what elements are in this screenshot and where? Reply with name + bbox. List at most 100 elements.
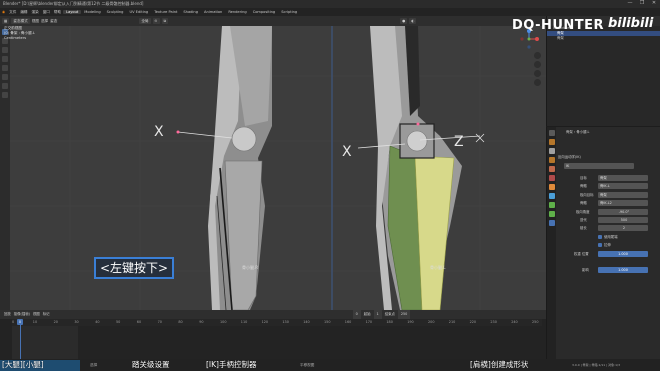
bone-field[interactable]: 骨IK.L: [598, 183, 648, 189]
render-tab-icon[interactable]: [548, 139, 555, 145]
status-pan-hint: 平移视图: [300, 363, 315, 367]
playhead-handle[interactable]: 0: [17, 319, 23, 325]
ruler-tick: 250: [532, 320, 539, 324]
iterations-field[interactable]: 500: [598, 217, 648, 223]
top-menu-bar: ◉ 文件 编辑 渲染 窗口 帮助 Layout Modeling Sculpti…: [0, 8, 660, 16]
modifier-tab-icon[interactable]: [548, 193, 555, 199]
pivot-icon[interactable]: ⊙: [152, 18, 160, 24]
shading-solid-icon[interactable]: ●: [400, 18, 408, 24]
world-tab-icon[interactable]: [548, 175, 555, 181]
bone-label: 骨骼: [580, 184, 587, 188]
minimize-button[interactable]: —: [624, 0, 636, 8]
frame-ruler[interactable]: 0 10 20 30 40 50 60 70 80 90 100 110 120 130 140 150 160…: [12, 319, 542, 326]
output-tab-icon[interactable]: [548, 148, 555, 154]
pole-bone-field[interactable]: 骨IK.L2: [598, 200, 648, 206]
menu-help[interactable]: 帮助: [52, 10, 63, 15]
tool-tab-icon[interactable]: [548, 130, 555, 136]
target-label: 目标: [580, 176, 587, 180]
current-frame-field[interactable]: 0: [352, 310, 361, 319]
camera-icon[interactable]: [534, 70, 541, 77]
menu-edit[interactable]: 编辑: [18, 10, 29, 15]
tab-modeling[interactable]: Modeling: [81, 10, 103, 14]
timeline-menu-marker[interactable]: 标记: [43, 310, 50, 319]
pole-angle-label: 极向角度: [576, 210, 590, 214]
transform-tool-icon[interactable]: [2, 74, 8, 80]
tab-rendering[interactable]: Rendering: [225, 10, 249, 14]
constraint-name-field[interactable]: IK: [564, 163, 634, 169]
empty-marker-z: Z: [454, 134, 464, 150]
view-layer-tab-icon[interactable]: [548, 157, 555, 163]
end-label: 结束点: [384, 312, 395, 316]
ruler-tick: 240: [511, 320, 518, 324]
close-button[interactable]: ✕: [648, 0, 660, 8]
tab-compositing[interactable]: Compositing: [250, 10, 279, 14]
timeline-menu-playback[interactable]: 回放: [4, 310, 11, 319]
timeline-menu-view[interactable]: 视图: [33, 310, 40, 319]
timeline-editor: 回放 抠像(插帧) 视图 标记 0 起始 1 结束点 250 0 10 20 30 40…: [0, 310, 546, 359]
mode-dropdown[interactable]: 姿态模式: [11, 18, 30, 24]
timeline-header: 回放 抠像(插帧) 视图 标记 0 起始 1 结束点 250: [0, 310, 546, 319]
tab-sculpting[interactable]: Sculpting: [104, 10, 127, 14]
ruler-tick: 150: [324, 320, 331, 324]
start-frame-field[interactable]: 1: [373, 310, 382, 319]
bone-label-right: 骨小腿.L: [430, 264, 446, 270]
tab-shading[interactable]: Shading: [180, 10, 201, 14]
properties-content: 骨架 › 骨小腿.L 反向运动学(IK) IK 目标 骨架 骨骼 骨IK.L 极…: [556, 127, 660, 359]
annotate-tool-icon[interactable]: [2, 83, 8, 89]
ortho-toggle-icon[interactable]: [534, 79, 541, 86]
blender-logo-icon[interactable]: ◉: [0, 10, 7, 14]
iterations-label: 迭代: [580, 218, 587, 222]
ruler-tick: 180: [386, 320, 393, 324]
menu-file[interactable]: 文件: [7, 10, 18, 15]
subtitle-segment-1: [大腿][小腿]: [2, 360, 44, 369]
target-field[interactable]: 骨架: [598, 175, 648, 181]
menu-select[interactable]: 选择: [41, 19, 48, 24]
timeline-menu-keying[interactable]: 抠像(插帧): [14, 310, 30, 319]
3d-viewport[interactable]: X X Z 骨小腿.R 骨小腿.L: [10, 26, 546, 310]
move-tool-icon[interactable]: [2, 47, 8, 53]
tab-animation[interactable]: Animation: [201, 10, 225, 14]
menu-window[interactable]: 窗口: [41, 10, 52, 15]
menu-pose[interactable]: 姿态: [50, 19, 57, 24]
transform-orientation-dropdown[interactable]: 全局: [139, 18, 151, 24]
measure-tool-icon[interactable]: [2, 92, 8, 98]
maximize-button[interactable]: ❐: [636, 0, 648, 8]
ruler-tick: 230: [490, 320, 497, 324]
bone-constraint-tab-icon[interactable]: [548, 220, 555, 226]
editor-type-button[interactable]: ▦: [2, 18, 10, 24]
tab-layout[interactable]: Layout: [63, 10, 82, 14]
ruler-tick: 120: [261, 320, 269, 324]
menu-view[interactable]: 视图: [32, 19, 39, 24]
pole-angle-field[interactable]: -90.0°: [598, 209, 648, 215]
zoom-icon[interactable]: [534, 52, 541, 59]
tab-scripting[interactable]: Scripting: [278, 10, 300, 14]
bone-tab-icon[interactable]: [548, 211, 555, 217]
timeline-track-area[interactable]: [12, 326, 78, 359]
ruler-tick: 170: [365, 320, 373, 324]
ruler-tick: 70: [157, 320, 162, 324]
properties-breadcrumb: 骨架 › 骨小腿.L: [566, 130, 590, 134]
influence-label: 影响: [582, 268, 589, 272]
influence-field[interactable]: 1.000: [598, 267, 648, 273]
pan-icon[interactable]: [534, 61, 541, 68]
tab-uv-editing[interactable]: UV Editing: [126, 10, 151, 14]
stretch-checkbox[interactable]: [598, 243, 602, 247]
pole-target-field[interactable]: 骨架: [598, 192, 648, 198]
snap-icon[interactable]: ⧉: [161, 18, 169, 24]
scene-tab-icon[interactable]: [548, 166, 555, 172]
weight-position-field[interactable]: 1.000: [598, 251, 648, 257]
tab-texture-paint[interactable]: Texture Paint: [151, 10, 180, 14]
object-tab-icon[interactable]: [548, 184, 555, 190]
data-tab-icon[interactable]: [548, 202, 555, 208]
rotate-tool-icon[interactable]: [2, 56, 8, 62]
overlays-icon[interactable]: ◐: [409, 18, 417, 24]
chain-length-field[interactable]: 2: [598, 225, 648, 231]
pole-target-label: 极向目标: [580, 193, 594, 197]
scale-tool-icon[interactable]: [2, 65, 8, 71]
ruler-tick: 10: [32, 320, 38, 324]
outliner-row-armature[interactable]: 骨架: [547, 36, 660, 41]
menu-render[interactable]: 渲染: [30, 10, 41, 15]
use-tail-checkbox[interactable]: [598, 235, 602, 239]
end-frame-field[interactable]: 250: [397, 310, 411, 319]
ruler-tick: 110: [240, 320, 248, 324]
